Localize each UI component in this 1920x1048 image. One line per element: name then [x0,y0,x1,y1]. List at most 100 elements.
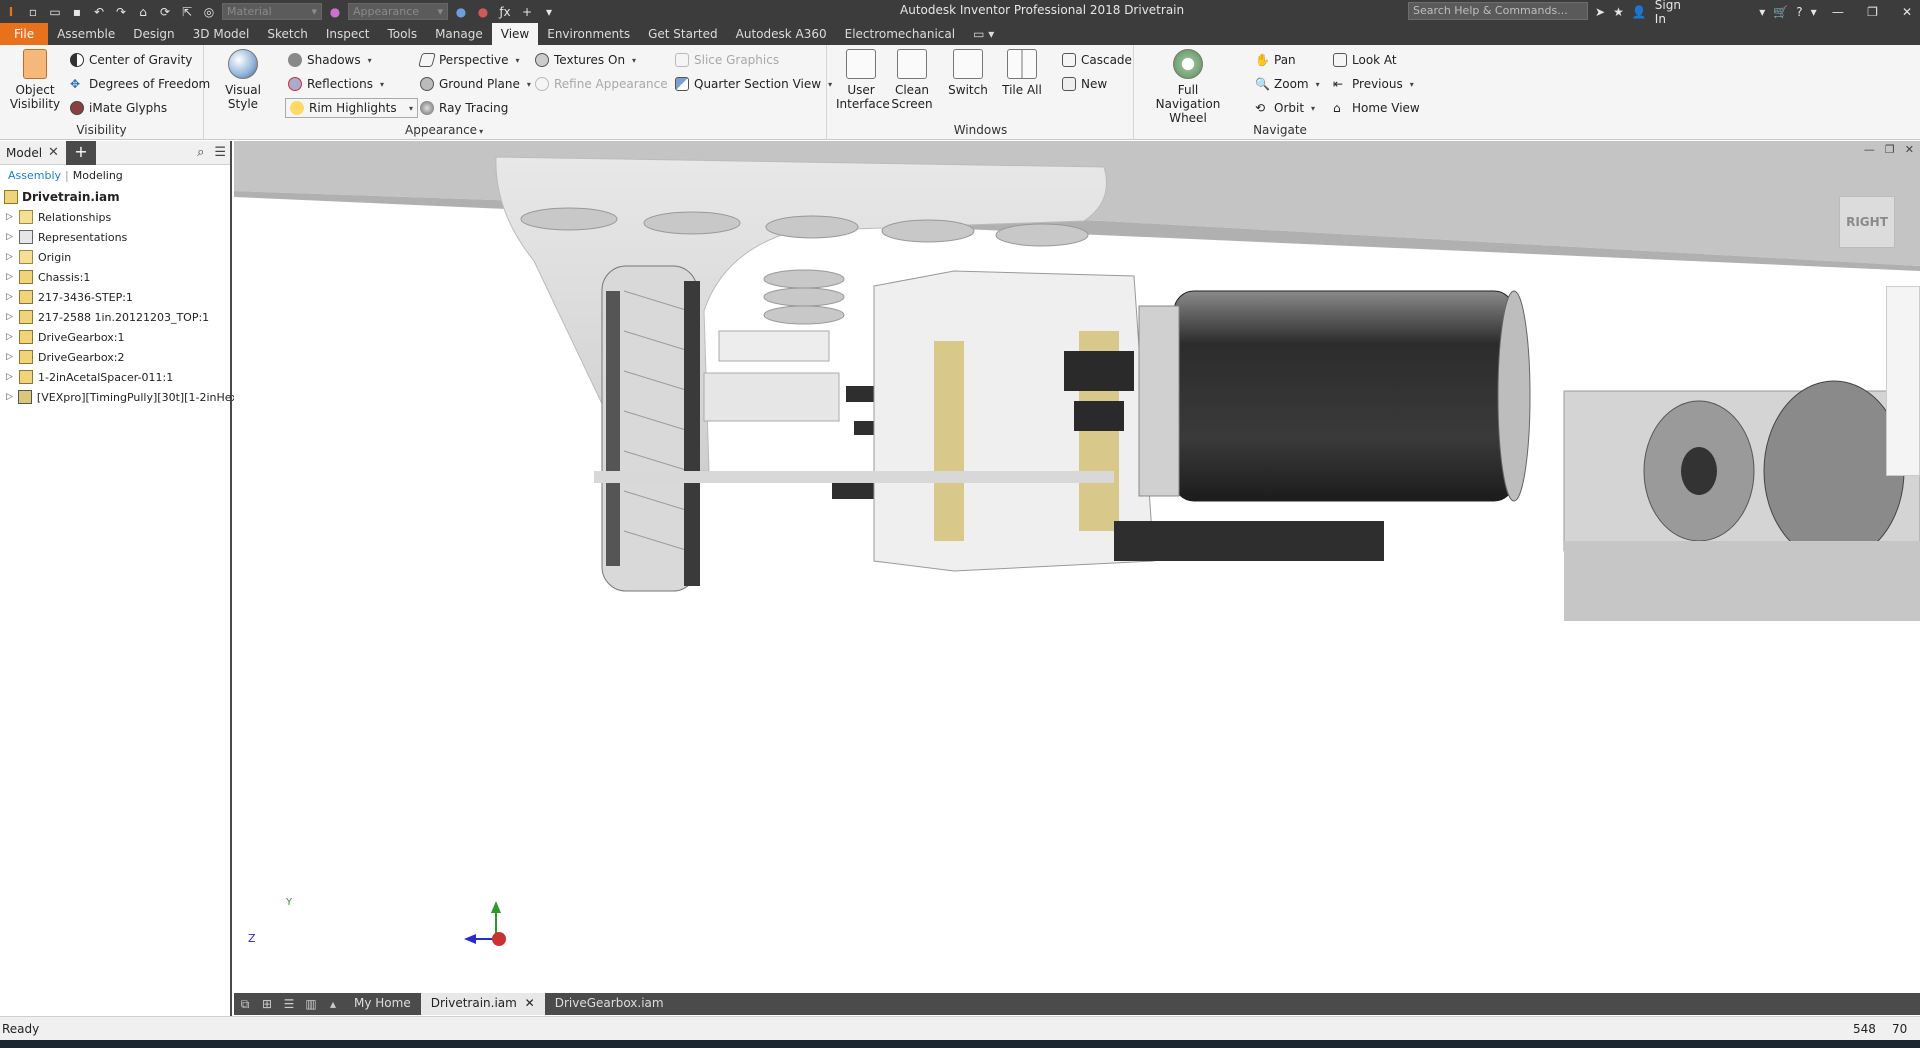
expand-tabs-icon[interactable]: ▴ [322,997,344,1011]
update-icon[interactable]: ⟳ [154,2,176,22]
add-browser-icon[interactable]: + [66,141,96,165]
slice-graphics-button[interactable]: Slice Graphics [675,53,779,67]
navigation-bar[interactable] [1886,286,1920,476]
tree-root[interactable]: Drivetrain.iam [0,187,230,207]
tree-item[interactable]: ▷ Relationships [0,207,230,227]
tab-environments[interactable]: Environments [538,23,639,45]
close-icon[interactable]: ✕ [1894,5,1920,19]
tile-vertical-icon[interactable]: ▥ [300,997,322,1011]
degrees-of-freedom-button[interactable]: ✥ Degrees of Freedom [70,77,210,91]
star-icon[interactable]: ★ [1613,5,1624,19]
graphics-viewport[interactable]: — ❐ ✕ RIGHT Y Z [234,141,1920,993]
tab-drivegearbox[interactable]: DriveGearbox.iam [545,993,674,1015]
tab-inspect[interactable]: Inspect [317,23,379,45]
select-icon[interactable]: ⇱ [176,2,198,22]
tab-my-home[interactable]: My Home [344,993,421,1015]
expand-icon[interactable]: ▷ [6,232,14,242]
look-at-button[interactable]: Look At [1333,53,1397,67]
home-icon[interactable]: ⌂ [132,2,154,22]
tree-item[interactable]: ▷ 1-2inAcetalSpacer-011:1 [0,367,230,387]
new-window-button[interactable]: New [1062,77,1107,91]
full-navigation-wheel-button[interactable]: Full Navigation Wheel [1145,49,1231,125]
chevron-down-icon[interactable]: ▾ [1759,5,1765,19]
help-icon[interactable]: ? [1796,5,1802,19]
redo-icon[interactable]: ↷ [110,2,132,22]
ground-plane-button[interactable]: Ground Plane ▾ [420,77,531,91]
tab-get-started[interactable]: Get Started [639,23,727,45]
app-logo-icon[interactable]: I [0,2,22,22]
refine-appearance-button[interactable]: Refine Appearance [535,77,668,91]
expand-icon[interactable]: ▷ [6,332,14,342]
close-tab-icon[interactable]: ✕ [525,996,535,1010]
tile-windows-icon[interactable]: ⊞ [256,997,278,1011]
appearance-select[interactable]: Appearance ▾ [348,3,448,20]
perspective-button[interactable]: Perspective ▾ [418,53,520,67]
tree-item[interactable]: ▷ DriveGearbox:2 [0,347,230,367]
tab-view[interactable]: View [491,23,539,45]
previous-view-button[interactable]: ⇤ Previous ▾ [1333,77,1414,91]
parameters-icon[interactable]: ƒx [494,2,516,22]
visual-style-button[interactable]: Visual Style [213,49,273,111]
expand-icon[interactable]: ▷ [6,252,14,262]
close-browser-icon[interactable]: ✕ [48,145,59,160]
menu-icon[interactable]: ☰ [214,145,226,160]
tree-item[interactable]: ▷ Origin [0,247,230,267]
pan-button[interactable]: ✋ Pan [1255,53,1296,67]
color-wheel-icon[interactable]: ● [324,2,346,22]
tab-manage[interactable]: Manage [426,23,492,45]
clean-screen-button[interactable]: Clean Screen [890,49,934,111]
expand-icon[interactable]: ▷ [6,372,14,382]
undo-icon[interactable]: ↶ [88,2,110,22]
home-view-button[interactable]: ⌂ Home View [1333,101,1420,115]
tab-electromechanical[interactable]: Electromechanical [836,23,964,45]
tab-drivetrain[interactable]: Drivetrain.iam ✕ [420,993,545,1015]
tab-file[interactable]: File [0,23,49,45]
rim-highlights-button[interactable]: Rim Highlights ▾ [285,98,418,118]
assembly-mode-link[interactable]: Assembly [8,169,61,182]
expand-icon[interactable]: ▷ [6,312,14,322]
textures-on-button[interactable]: Textures On ▾ [535,53,636,67]
sign-in-button[interactable]: Sign In [1655,0,1691,26]
cascade-button[interactable]: Cascade [1062,53,1132,67]
tree-item[interactable]: ▷ DriveGearbox:1 [0,327,230,347]
ribbon-options-icon[interactable]: ▭ ▾ [964,23,1003,45]
model-tab[interactable]: Model [6,146,42,160]
tab-autodesk-a360[interactable]: Autodesk A360 [727,23,836,45]
tile-all-button[interactable]: Tile All [1000,49,1044,97]
orbit-button[interactable]: ⟲ Orbit ▾ [1255,101,1315,115]
zoom-button[interactable]: 🔍 Zoom ▾ [1255,77,1320,91]
expand-icon[interactable]: ▷ [6,392,13,402]
tree-item[interactable]: ▷ [VEXpro][TimingPully][30t][1-2inHex]:1 [0,387,253,407]
tile-horizontal-icon[interactable]: ☰ [278,997,300,1011]
viewport-minimize-icon[interactable]: — [1864,143,1875,156]
viewport-restore-icon[interactable]: ❐ [1885,143,1895,156]
switch-button[interactable]: Switch [946,49,990,97]
tree-item[interactable]: ▷ 217-3436-STEP:1 [0,287,230,307]
tab-design[interactable]: Design [124,23,183,45]
help-chevron-icon[interactable]: ▾ [1811,5,1817,19]
add-icon[interactable]: + [516,2,538,22]
tab-assemble[interactable]: Assemble [48,23,124,45]
tab-tools[interactable]: Tools [379,23,427,45]
imate-glyphs-button[interactable]: iMate Glyphs [70,101,167,115]
tab-sketch[interactable]: Sketch [258,23,316,45]
shadows-button[interactable]: Shadows ▾ [288,53,372,67]
tree-item[interactable]: ▷ Chassis:1 [0,267,230,287]
search-input[interactable]: Search Help & Commands... [1408,2,1588,20]
clear-appearance-icon[interactable]: ● [472,2,494,22]
cart-icon[interactable]: 🛒 [1773,5,1788,19]
object-visibility-button[interactable]: Object Visibility [8,49,62,111]
expand-icon[interactable]: ▷ [6,292,14,302]
viewcube[interactable]: RIGHT [1839,196,1895,248]
save-icon[interactable]: ▪ [66,2,88,22]
center-of-gravity-button[interactable]: Center of Gravity [70,53,192,67]
user-interface-button[interactable]: User Interface [836,49,890,111]
customize-qat-icon[interactable]: ▾ [538,2,560,22]
viewport-close-icon[interactable]: ✕ [1905,143,1914,156]
cascade-windows-icon[interactable]: ⧉ [234,997,256,1012]
open-file-icon[interactable]: ▭ [44,2,66,22]
expand-icon[interactable]: ▷ [6,352,14,362]
restore-icon[interactable]: ❐ [1859,5,1886,19]
expand-icon[interactable]: ▷ [6,212,14,222]
tab-3d-model[interactable]: 3D Model [184,23,259,45]
